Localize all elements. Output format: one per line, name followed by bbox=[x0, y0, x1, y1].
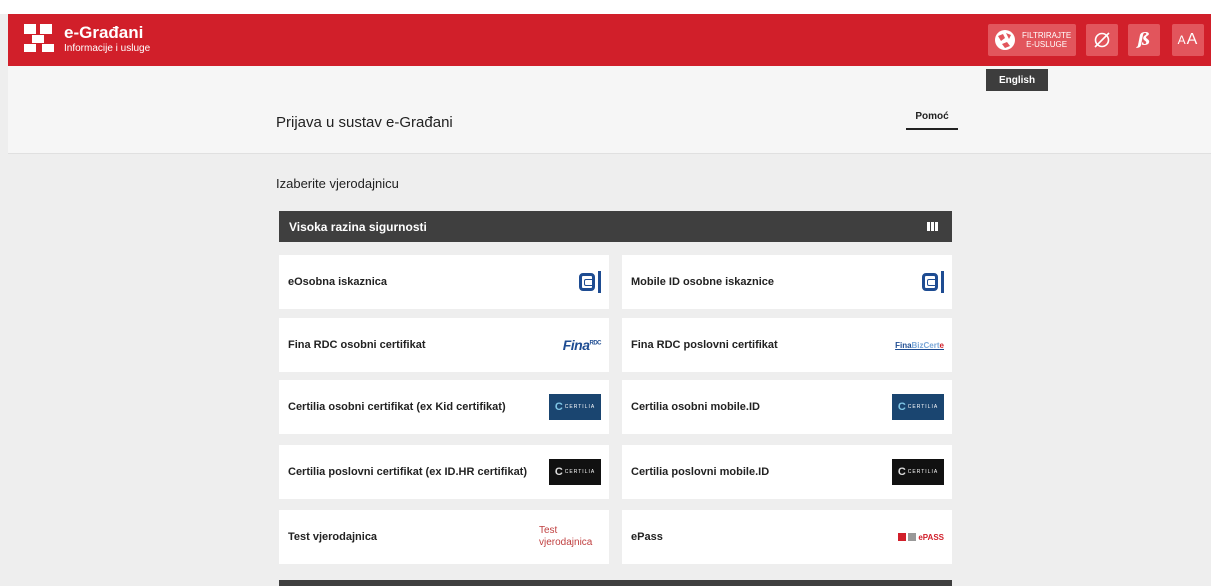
help-link[interactable]: Pomoć bbox=[906, 111, 958, 130]
filter-services-label: FILTRIRAJTE E-USLUGE bbox=[1022, 31, 1072, 49]
credential-fina-osobni[interactable]: Fina RDC osobni certifikat FinaRDC bbox=[279, 318, 609, 372]
credential-label: Certilia poslovni certifikat (ex ID.HR c… bbox=[288, 466, 528, 478]
filter-globe-icon bbox=[995, 30, 1015, 50]
certilia-logo-icon: C CERTILIA bbox=[892, 394, 944, 420]
credential-label: Certilia osobni mobile.ID bbox=[631, 401, 760, 413]
hide-images-button[interactable] bbox=[1086, 24, 1118, 56]
epass-logo-icon: ePASS bbox=[898, 533, 944, 542]
dyslexia-font-button[interactable]: ß bbox=[1128, 24, 1160, 56]
site-header: e-Građani Informacije i usluge FILTRIRAJ… bbox=[8, 14, 1211, 66]
credential-epass[interactable]: ePass ePASS bbox=[622, 510, 952, 564]
broken-image-icon: Test vjerodajnica bbox=[539, 525, 593, 548]
choose-credential-heading: Izaberite vjerodajnicu bbox=[276, 176, 399, 191]
brand[interactable]: e-Građani Informacije i usluge bbox=[64, 23, 150, 55]
brand-title: e-Građani bbox=[64, 23, 144, 42]
language-switch-button[interactable]: English bbox=[986, 69, 1048, 91]
security-level-group-header[interactable]: Visoka razina sigurnosti bbox=[279, 211, 952, 242]
credential-certilia-osobni-mobile[interactable]: Certilia osobni mobile.ID C CERTILIA bbox=[622, 380, 952, 434]
credential-label: Mobile ID osobne iskaznice bbox=[631, 276, 775, 288]
credential-fina-poslovni[interactable]: Fina RDC poslovni certifikat FinaBizCert… bbox=[622, 318, 952, 372]
security-level-title: Visoka razina sigurnosti bbox=[289, 219, 427, 234]
dyslexia-font-icon: ß bbox=[1137, 30, 1151, 50]
credential-mobile-id[interactable]: Mobile ID osobne iskaznice bbox=[622, 255, 952, 309]
fina-rdc-logo-icon: FinaRDC bbox=[562, 337, 602, 353]
credential-label: Fina RDC poslovni certifikat bbox=[631, 339, 778, 351]
eoi-logo-icon bbox=[922, 271, 944, 293]
eoi-logo-icon bbox=[579, 271, 601, 293]
credential-label: Fina RDC osobni certifikat bbox=[288, 339, 426, 351]
credential-eosobna[interactable]: eOsobna iskaznica bbox=[279, 255, 609, 309]
credential-certilia-osobni-cert[interactable]: Certilia osobni certifikat (ex Kid certi… bbox=[279, 380, 609, 434]
bars-icon bbox=[927, 222, 938, 231]
credential-label: Test vjerodajnica bbox=[288, 531, 378, 543]
hide-eye-icon bbox=[1094, 32, 1110, 48]
egradani-logo-icon[interactable] bbox=[24, 24, 54, 54]
credential-label: Certilia osobni certifikat (ex Kid certi… bbox=[288, 401, 506, 413]
font-size-button[interactable]: AA bbox=[1172, 24, 1204, 56]
credential-label: Certilia poslovni mobile.ID bbox=[631, 466, 770, 478]
credential-certilia-poslovni-mobile[interactable]: Certilia poslovni mobile.ID C CERTILIA bbox=[622, 445, 952, 499]
brand-subtitle: Informacije i usluge bbox=[64, 43, 151, 54]
top-strip bbox=[0, 0, 1211, 14]
credential-certilia-poslovni-cert[interactable]: Certilia poslovni certifikat (ex ID.HR c… bbox=[279, 445, 609, 499]
certilia-dark-logo-icon: C CERTILIA bbox=[549, 459, 601, 485]
credential-test[interactable]: Test vjerodajnica Test vjerodajnica bbox=[279, 510, 609, 564]
credential-label: eOsobna iskaznica bbox=[288, 276, 388, 288]
certilia-logo-icon: C CERTILIA bbox=[549, 394, 601, 420]
filter-services-button[interactable]: FILTRIRAJTE E-USLUGE bbox=[988, 24, 1076, 56]
font-size-small-label: A bbox=[1177, 33, 1187, 47]
page-title: Prijava u sustav e-Građani bbox=[276, 114, 453, 131]
font-size-large-label: A bbox=[1186, 31, 1199, 48]
credential-label: ePass bbox=[631, 531, 663, 543]
certilia-dark-logo-icon: C CERTILIA bbox=[892, 459, 944, 485]
next-group-header[interactable] bbox=[279, 580, 952, 586]
fina-bizcert-logo-icon: FinaBizCerte bbox=[895, 340, 944, 350]
